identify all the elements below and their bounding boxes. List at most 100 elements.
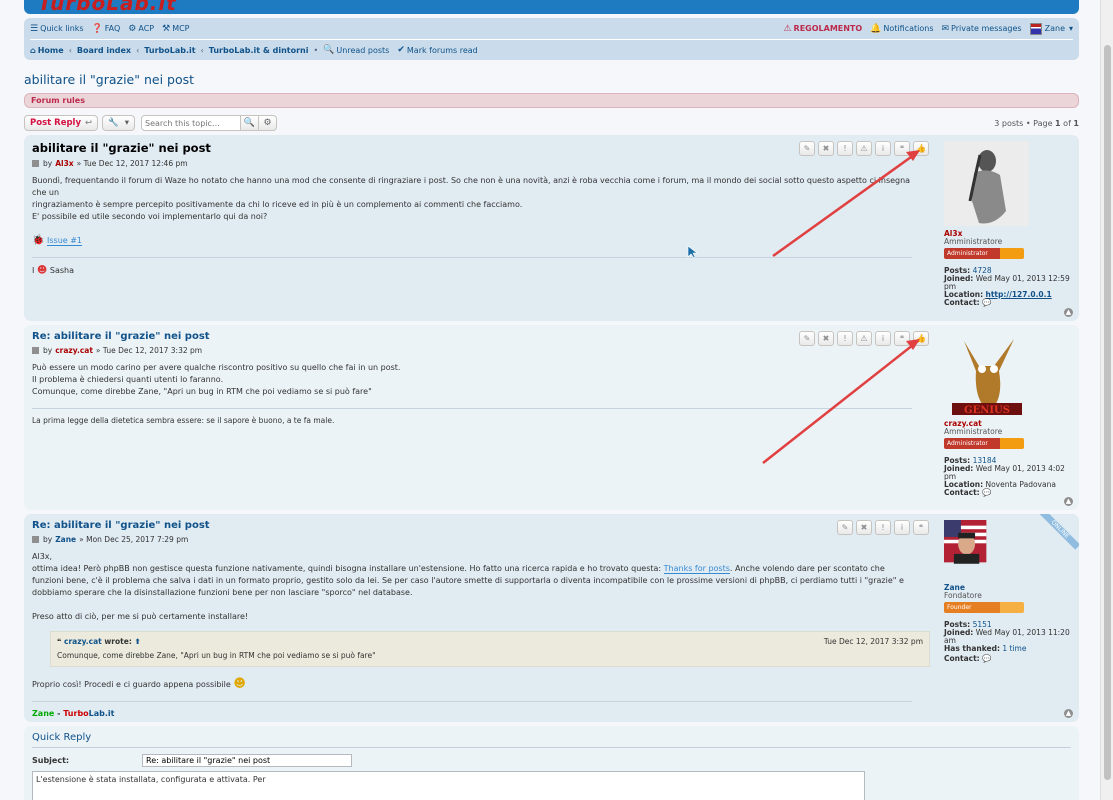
mark-forums-read-link[interactable]: ✔ Mark forums read: [397, 45, 477, 55]
post-reply-button[interactable]: Post Reply ↩: [24, 115, 99, 131]
breadcrumb-separator: •: [313, 45, 319, 55]
faq-link[interactable]: ❓ FAQ: [92, 24, 121, 34]
wrench-icon: 🔧: [108, 118, 119, 128]
profile-joined: Joined: Wed May 01, 2013 12:59 pm: [944, 275, 1074, 291]
back-to-top-icon[interactable]: ▲: [1064, 709, 1073, 718]
author-link[interactable]: Zane: [55, 535, 76, 544]
site-logo[interactable]: TurboLab.it: [38, 0, 177, 14]
issue-label: Issue #1: [47, 236, 83, 246]
breadcrumb-board-index[interactable]: Board index: [77, 46, 131, 55]
post-1: abilitare il "grazie" nei post by Al3x» T…: [24, 135, 1079, 321]
author-link[interactable]: Al3x: [55, 159, 73, 168]
quote-author-link[interactable]: crazy.cat: [64, 637, 102, 646]
back-to-top-icon[interactable]: ▲: [1064, 497, 1073, 506]
info-button[interactable]: i: [875, 141, 891, 156]
back-to-top-icon[interactable]: ▲: [1064, 308, 1073, 317]
subject-row: Subject:: [32, 754, 1071, 767]
regolamento-link[interactable]: ⚠ REGOLAMENTO: [783, 24, 862, 34]
quote-button[interactable]: ❝: [894, 141, 910, 156]
thumbs-up-button[interactable]: 👍: [913, 141, 929, 156]
message-textarea[interactable]: L'estensione è stata installata, configu…: [32, 771, 865, 800]
avatar[interactable]: GENIUS: [944, 331, 1029, 416]
edit-button[interactable]: ✎: [799, 331, 815, 346]
post-date: » Tue Dec 12, 2017 12:46 pm: [76, 159, 188, 168]
signature-site-lab[interactable]: Lab.it: [89, 709, 115, 718]
bug-icon: 🐞: [32, 235, 45, 246]
advanced-search-button[interactable]: ⚙: [259, 115, 277, 131]
breadcrumb-dintorni[interactable]: TurboLab.it & dintorni: [209, 46, 309, 55]
topic-title[interactable]: abilitare il "grazie" nei post: [24, 72, 1079, 87]
signature-separator: -: [54, 709, 64, 718]
exclamation-icon: !: [843, 334, 847, 343]
notifications-label: Notifications: [883, 24, 934, 33]
post-icon: [32, 160, 39, 167]
location-link[interactable]: http://127.0.0.1: [985, 290, 1051, 299]
avatar[interactable]: [944, 520, 1004, 580]
issue-link[interactable]: 🐞 Issue #1: [32, 235, 912, 247]
quote-button[interactable]: ❝: [913, 520, 929, 535]
quote-icon: ❝: [918, 523, 924, 532]
avatar[interactable]: [944, 141, 1029, 226]
chat-icon[interactable]: 💬: [982, 488, 991, 497]
info-button[interactable]: i: [894, 520, 910, 535]
mcp-link[interactable]: ⚒ MCP: [162, 24, 189, 34]
edit-button[interactable]: ✎: [799, 141, 815, 156]
page-scrollbar[interactable]: [1100, 0, 1113, 800]
search-topic-input[interactable]: [141, 115, 241, 131]
quote-icon: ❝: [899, 144, 905, 153]
post-title[interactable]: abilitare il "grazie" nei post: [32, 141, 912, 155]
arrow-up-circle-icon[interactable]: ⬆: [134, 637, 140, 646]
subject-input[interactable]: [142, 754, 352, 767]
breadcrumb-home[interactable]: ⌂ Home: [30, 46, 64, 55]
chat-icon[interactable]: 💬: [982, 298, 991, 307]
action-bar: Post Reply↩ 🔧▾ 🔍 ⚙ 3 posts • Page 1 of 1: [24, 115, 1079, 131]
notifications-link[interactable]: 🔔 Notifications: [870, 24, 933, 34]
posts-count: 3 posts • Page: [994, 118, 1056, 128]
exclamation-icon: !: [881, 523, 885, 532]
quick-links-menu[interactable]: ☰ Quick links: [30, 24, 84, 34]
post-author-line: by crazy.cat» Tue Dec 12, 2017 3:32 pm: [32, 346, 912, 355]
contact-label: Contact:: [944, 488, 980, 497]
search-button[interactable]: 🔍: [241, 115, 259, 131]
search-icon: 🔍: [323, 45, 335, 55]
quote-icon: ❝: [899, 334, 905, 343]
warn-button[interactable]: !: [837, 331, 853, 346]
scrollbar-thumb[interactable]: [1104, 45, 1111, 780]
edit-button[interactable]: ✎: [837, 520, 853, 535]
delete-button[interactable]: ✖: [818, 331, 834, 346]
topic-tools-button[interactable]: 🔧 ▾: [102, 115, 135, 131]
post-title[interactable]: Re: abilitare il "grazie" nei post: [32, 331, 912, 342]
chat-icon[interactable]: 💬: [982, 654, 991, 663]
post-reply-label: Post Reply: [30, 118, 81, 128]
post-date: » Tue Dec 12, 2017 3:32 pm: [95, 346, 203, 355]
breadcrumb-turbolab[interactable]: TurboLab.it: [144, 46, 195, 55]
warn-button[interactable]: !: [875, 520, 891, 535]
acp-link[interactable]: ⚙ ACP: [128, 24, 154, 34]
thanks-for-posts-link[interactable]: Thanks for posts: [663, 564, 730, 574]
user-menu[interactable]: Zane ▾: [1029, 22, 1073, 35]
post-title[interactable]: Re: abilitare il "grazie" nei post: [32, 520, 912, 531]
warn-button[interactable]: !: [837, 141, 853, 156]
thanked-link[interactable]: 1 time: [1002, 644, 1026, 653]
by-label: by: [43, 159, 53, 168]
warning-icon: ⚠: [860, 144, 868, 153]
post-content: Può essere un modo carino per avere qual…: [32, 362, 912, 398]
profile-joined: Joined: Wed May 01, 2013 11:20 am: [944, 629, 1074, 645]
info-icon: i: [881, 334, 885, 343]
profile-joined: Joined: Wed May 01, 2013 4:02 pm: [944, 465, 1074, 481]
author-link[interactable]: crazy.cat: [55, 346, 93, 355]
quote-button[interactable]: ❝: [894, 331, 910, 346]
thumbs-up-button[interactable]: 👍: [913, 331, 929, 346]
page-wrapper: TurboLab.it ☰ Quick links ❓ FAQ ⚙ ACP ⚒ MCP …: [24, 0, 1079, 800]
delete-button[interactable]: ✖: [818, 141, 834, 156]
report-button[interactable]: ⚠: [856, 141, 872, 156]
report-button[interactable]: ⚠: [856, 331, 872, 346]
post-author-line: by Zane» Mon Dec 25, 2017 7:29 pm: [32, 535, 912, 544]
signature-site-turbo[interactable]: Turbo: [63, 709, 88, 718]
forum-rules-box[interactable]: Forum rules: [24, 93, 1079, 108]
inbox-icon: ✉: [941, 23, 950, 34]
private-messages-link[interactable]: ✉ Private messages: [942, 24, 1022, 34]
info-button[interactable]: i: [875, 331, 891, 346]
delete-button[interactable]: ✖: [856, 520, 872, 535]
unread-posts-link[interactable]: 🔍 Unread posts: [323, 45, 389, 55]
